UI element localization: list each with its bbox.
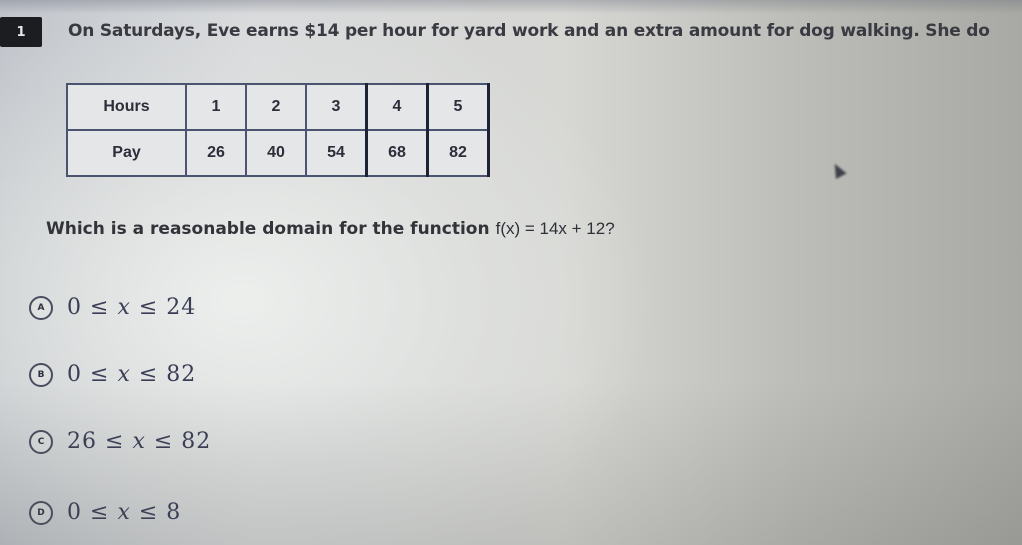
table-cell: 82 (426, 129, 490, 177)
answer-choice-c[interactable]: C 26 ≤ x ≤ 82 (29, 429, 211, 454)
leq-symbol: ≤ (138, 295, 159, 320)
table-row: Pay 26 40 54 68 82 (66, 129, 490, 177)
leq-symbol: ≤ (90, 500, 110, 525)
table-row: Hours 1 2 3 4 5 (66, 83, 490, 131)
lower-bound: 26 (67, 429, 97, 454)
question-stem: Which is a reasonable domain for the fun… (46, 219, 490, 239)
answer-choice-a[interactable]: A 0 ≤ x ≤ 24 (29, 295, 196, 320)
choice-expression: 0 ≤ x ≤ 8 (67, 500, 181, 525)
leq-symbol: ≤ (138, 362, 159, 387)
choice-letter: C (37, 436, 45, 447)
question-prompt: On Saturdays, Eve earns $14 per hour for… (68, 21, 990, 41)
variable: x (132, 429, 146, 454)
table-cell: 26 (185, 129, 247, 177)
table-cell: 40 (245, 129, 307, 177)
answer-choice-b[interactable]: B 0 ≤ x ≤ 82 (29, 362, 196, 387)
choice-expression: 26 ≤ x ≤ 82 (67, 429, 211, 454)
table-cell: 68 (365, 129, 429, 177)
upper-bound: 82 (181, 429, 212, 454)
question-text: Which is a reasonable domain for the fun… (46, 219, 615, 239)
leq-symbol: ≤ (138, 500, 159, 525)
leq-symbol: ≤ (90, 362, 110, 387)
question-number-badge: 1 (0, 17, 42, 47)
table-cell: 54 (305, 129, 368, 177)
photo-vignette (0, 0, 1022, 545)
table-cell: 1 (185, 83, 247, 131)
choice-letter: B (37, 369, 45, 380)
variable: x (117, 362, 131, 387)
lower-bound: 0 (67, 500, 82, 525)
leq-symbol: ≤ (90, 295, 110, 320)
table-row-header: Pay (66, 129, 187, 177)
variable: x (117, 295, 131, 320)
screen-top-shade (0, 0, 1022, 14)
upper-bound: 24 (166, 295, 197, 320)
choice-bubble-c[interactable]: C (29, 429, 53, 454)
function-expression: f(x) = 14x + 12? (495, 219, 615, 238)
hours-pay-table: Hours 1 2 3 4 5 Pay 26 40 54 68 82 (66, 83, 490, 177)
choice-bubble-a[interactable]: A (29, 295, 53, 320)
choice-letter: D (37, 507, 45, 518)
table-cell: 5 (426, 83, 490, 131)
leq-symbol: ≤ (105, 429, 125, 454)
table-cell: 2 (245, 83, 307, 131)
choice-expression: 0 ≤ x ≤ 82 (67, 362, 196, 387)
answer-choice-d[interactable]: D 0 ≤ x ≤ 8 (29, 500, 181, 525)
upper-bound: 82 (166, 362, 197, 387)
choice-letter: A (37, 302, 45, 313)
leq-symbol: ≤ (153, 429, 174, 454)
table-cell: 4 (365, 83, 429, 131)
choice-bubble-b[interactable]: B (29, 362, 53, 387)
table-cell: 3 (305, 83, 368, 131)
question-number: 1 (16, 24, 26, 40)
choice-expression: 0 ≤ x ≤ 24 (67, 295, 196, 320)
variable: x (117, 500, 131, 525)
upper-bound: 8 (166, 500, 182, 525)
mouse-cursor-icon (829, 161, 847, 179)
choice-bubble-d[interactable]: D (29, 500, 53, 525)
lower-bound: 0 (67, 295, 82, 320)
lower-bound: 0 (67, 362, 82, 387)
table-row-header: Hours (66, 83, 187, 131)
